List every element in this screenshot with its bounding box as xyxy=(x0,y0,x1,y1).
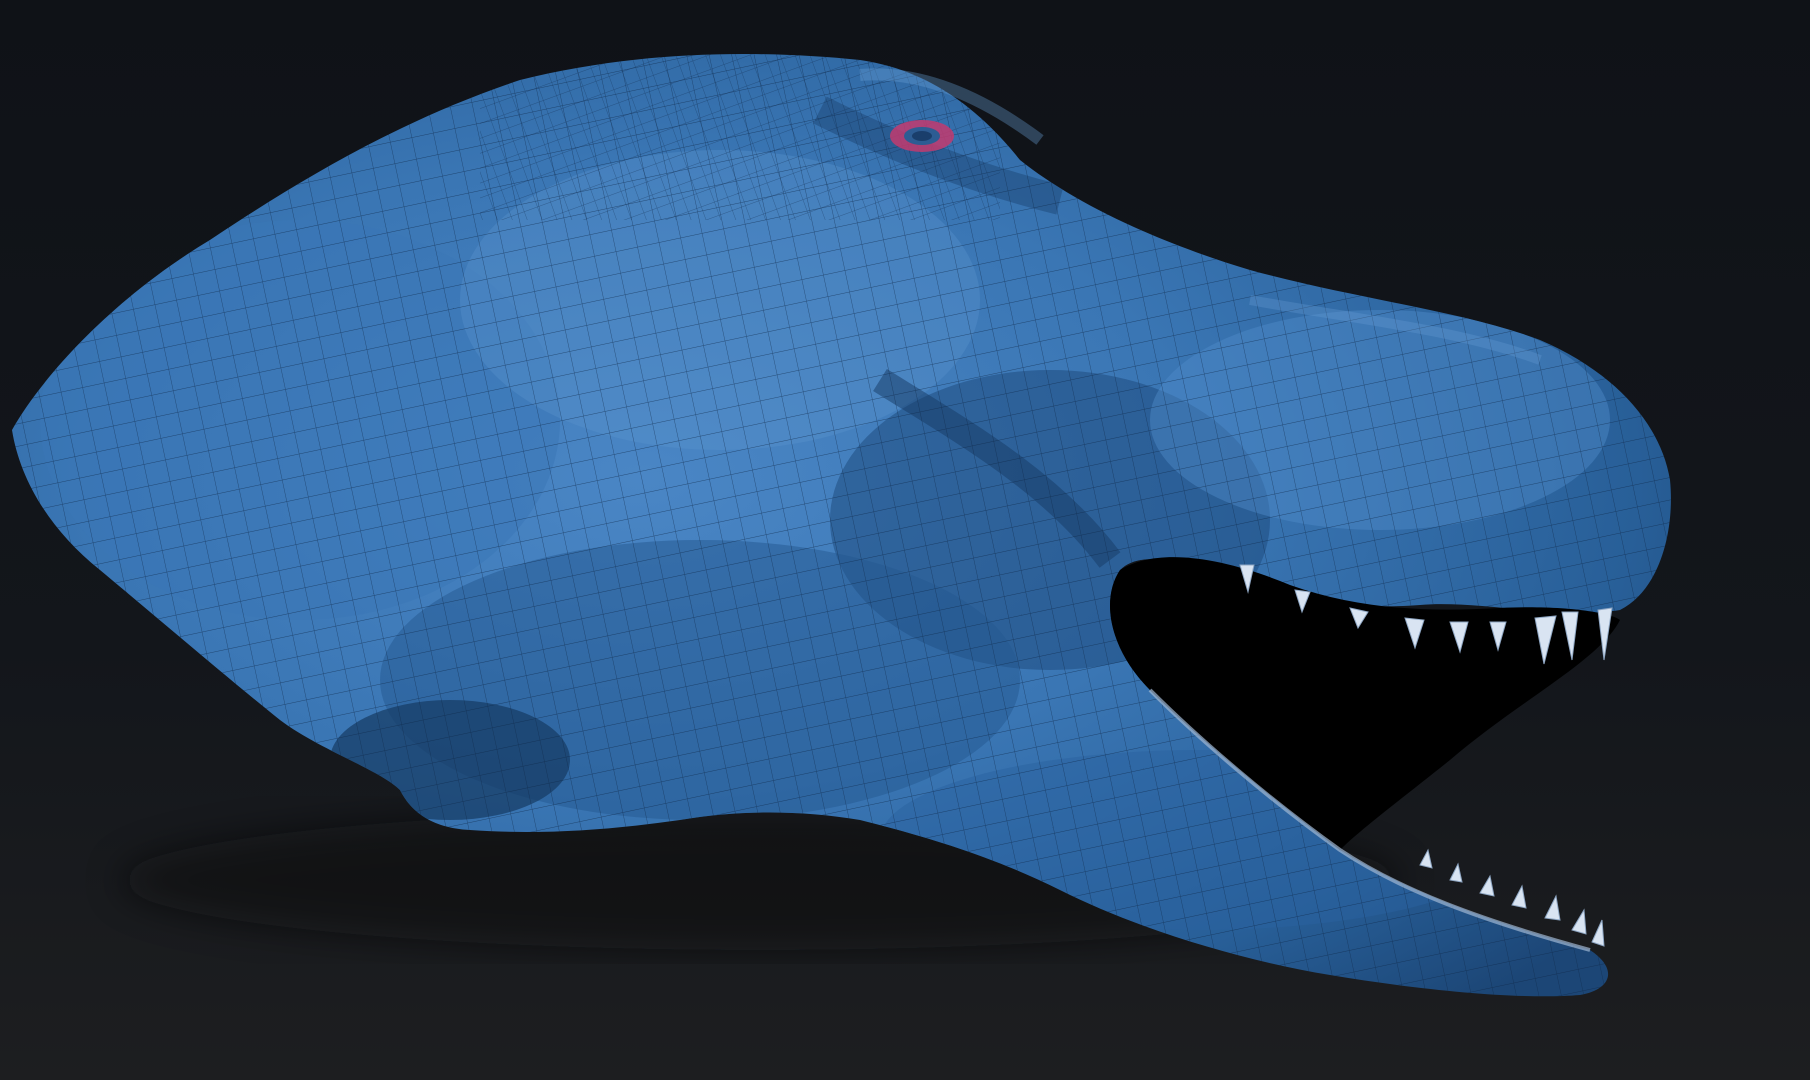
eye-mark xyxy=(890,120,954,152)
sculpt-canvas[interactable] xyxy=(0,0,1810,1080)
3d-viewport[interactable] xyxy=(0,0,1810,1080)
